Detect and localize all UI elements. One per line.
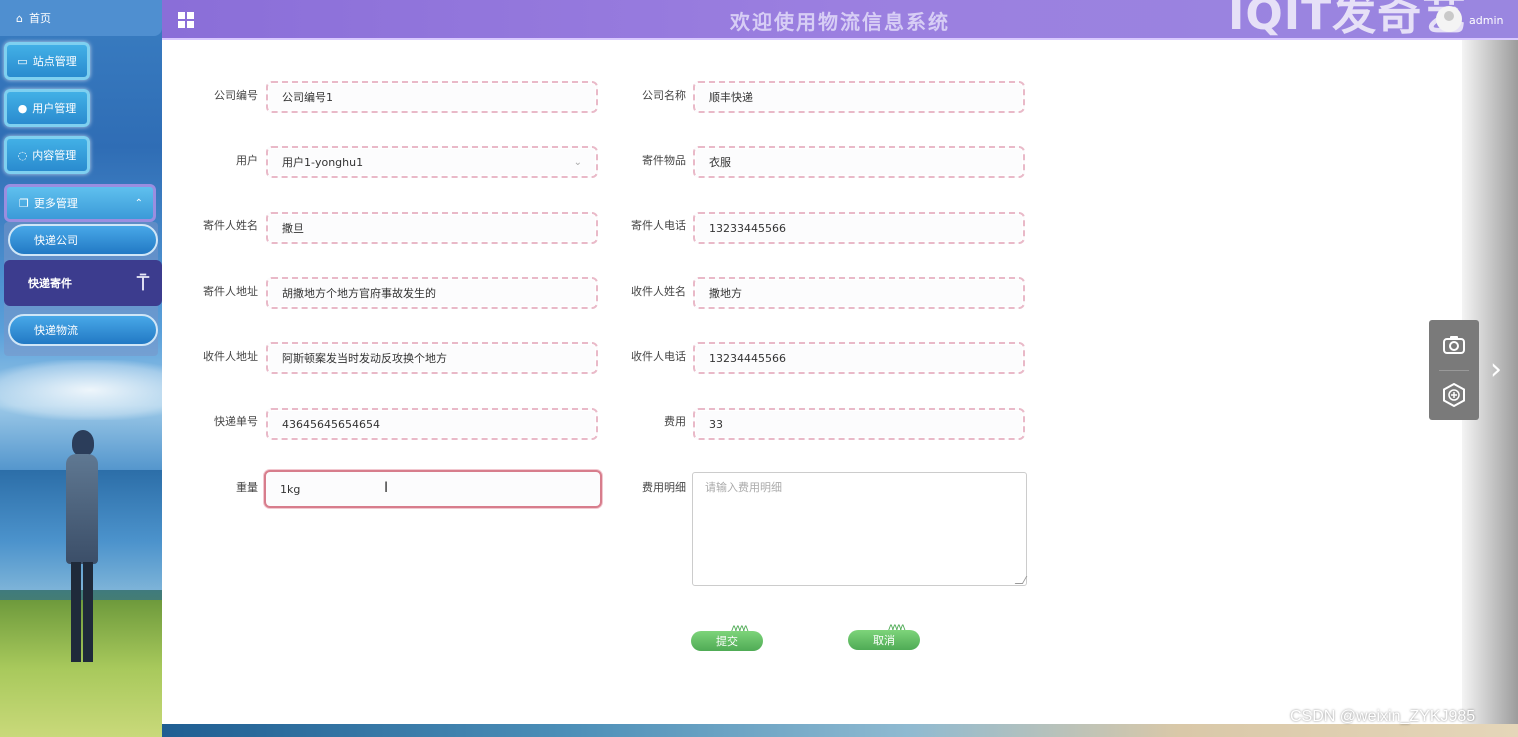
item-input[interactable]: 衣服 — [693, 146, 1025, 178]
username[interactable]: admin — [1469, 14, 1503, 27]
submenu-item-company[interactable]: 快递公司 — [8, 224, 158, 256]
submenu-item-label: 快递物流 — [34, 324, 78, 337]
tracking-no-label: 快递单号 — [214, 415, 258, 428]
company-name-label: 公司名称 — [642, 89, 686, 102]
weight-label: 重量 — [236, 481, 258, 494]
text-cursor-icon: I — [384, 480, 389, 496]
field-value: 顺丰快递 — [709, 91, 753, 104]
company-name-input[interactable]: 顺丰快递 — [693, 81, 1025, 113]
screenshot-button[interactable] — [1429, 320, 1479, 370]
figure-decoration — [62, 430, 102, 670]
item-label: 寄件物品 — [642, 154, 686, 167]
chat-icon: ◌ — [17, 148, 28, 162]
sidebar-item-home[interactable]: ⌂ 首页 — [0, 0, 162, 36]
submenu-item-label: 快递寄件 — [28, 277, 72, 290]
field-value: 43645645654654 — [282, 417, 380, 431]
chevron-up-icon: ⌃ — [134, 197, 143, 209]
sidebar-item-label: 更多管理 — [33, 197, 78, 210]
sidebar-item-more[interactable]: ❐ 更多管理 ⌃ — [4, 184, 156, 222]
button-label: 取消 — [873, 634, 895, 647]
page-title: 欢迎使用物流信息系统 — [730, 10, 950, 34]
sidebar-item-site[interactable]: ▭ 站点管理 — [4, 42, 90, 80]
grass-icon: ᴧᴧᴧᴧ — [888, 622, 906, 633]
company-no-input[interactable]: 公司编号1 — [266, 81, 598, 113]
sidebar-item-label: 站点管理 — [32, 55, 77, 68]
company-no-label: 公司编号 — [214, 89, 258, 102]
cancel-button[interactable]: 取消 ᴧᴧᴧᴧ — [848, 622, 920, 650]
submenu-item-label: 快递公司 — [34, 234, 78, 247]
sender-address-label: 寄件人地址 — [203, 285, 258, 298]
user-label: 用户 — [236, 154, 258, 167]
fee-label: 费用 — [664, 415, 686, 428]
hexagon-plus-icon — [1443, 383, 1465, 407]
field-value: 撒旦 — [282, 222, 304, 235]
sender-phone-input[interactable]: 13233445566 — [693, 212, 1025, 244]
sidebar-item-label: 首页 — [28, 12, 51, 25]
receiver-phone-input[interactable]: 13234445566 — [693, 342, 1025, 374]
avatar[interactable] — [1436, 6, 1462, 32]
user-select[interactable]: 用户1-yonghu1 ⌄ — [266, 146, 598, 178]
field-value: 13233445566 — [709, 221, 786, 235]
receiver-address-label: 收件人地址 — [203, 350, 258, 363]
submenu-item-send[interactable]: 快递寄件 ⍑ — [4, 260, 162, 306]
field-value: 33 — [709, 417, 723, 431]
add-extension-button[interactable] — [1429, 370, 1479, 420]
sender-address-input[interactable]: 胡撒地方个地方官府事故发生的 — [266, 277, 598, 309]
copy-icon: ❐ — [19, 196, 29, 210]
sender-name-input[interactable]: 撒旦 — [266, 212, 598, 244]
field-value: 胡撒地方个地方官府事故发生的 — [282, 287, 436, 300]
textarea-placeholder: 请输入费用明细 — [705, 481, 782, 494]
footer-watermark: CSDN @weixin_ZYKJ985 — [1290, 708, 1476, 725]
chevron-right-icon[interactable]: › — [1490, 352, 1502, 388]
user-icon: ● — [17, 101, 28, 115]
monitor-icon: ▭ — [17, 54, 28, 68]
main-content: 公司编号 公司编号1 公司名称 顺丰快递 用户 用户1-yonghu1 ⌄ 寄件… — [162, 40, 1462, 724]
sender-name-label: 寄件人姓名 — [203, 219, 258, 232]
sidebar-item-users[interactable]: ● 用户管理 — [4, 89, 90, 127]
field-value: 衣服 — [709, 156, 731, 169]
chevron-down-icon: ⌄ — [573, 156, 582, 168]
sidebar: ⌂ 首页 ▭ 站点管理 ● 用户管理 ◌ 内容管理 ❐ 更多管理 ⌃ 快递公司 … — [0, 0, 162, 737]
tracking-no-input[interactable]: 43645645654654 — [266, 408, 598, 440]
receiver-phone-label: 收件人电话 — [631, 350, 686, 363]
field-value: 用户1-yonghu1 — [282, 156, 364, 169]
submenu-item-logistics[interactable]: 快递物流 — [8, 314, 158, 346]
field-value: 阿斯顿案发当时发动反攻换个地方 — [282, 352, 447, 365]
cloud-decoration — [0, 360, 162, 420]
sender-phone-label: 寄件人电话 — [631, 219, 686, 232]
receiver-address-input[interactable]: 阿斯顿案发当时发动反攻换个地方 — [266, 342, 598, 374]
sidebar-item-label: 用户管理 — [32, 102, 77, 115]
grass-icon: ᴧᴧᴧᴧ — [731, 623, 749, 634]
resize-handle-icon[interactable] — [1014, 576, 1028, 584]
receiver-name-input[interactable]: 撒地方 — [693, 277, 1025, 309]
field-value: 公司编号1 — [282, 91, 333, 104]
weight-input[interactable]: 1kg I — [264, 470, 602, 508]
sidebar-item-label: 内容管理 — [32, 149, 77, 162]
submenu: 快递公司 快递寄件 ⍑ 快递物流 — [4, 222, 162, 356]
receiver-name-label: 收件人姓名 — [631, 285, 686, 298]
button-label: 提交 — [716, 635, 738, 648]
home-icon: ⌂ — [16, 11, 23, 25]
fee-detail-textarea[interactable]: 请输入费用明细 — [692, 472, 1028, 586]
field-value: 13234445566 — [709, 351, 786, 365]
camera-icon — [1443, 336, 1465, 354]
submit-button[interactable]: 提交 ᴧᴧᴧᴧ — [691, 623, 763, 651]
sidebar-item-content[interactable]: ◌ 内容管理 — [4, 136, 90, 174]
floating-toolbar — [1429, 320, 1479, 420]
signpost-icon: ⍑ — [137, 271, 149, 295]
header: IQIT发奇艺 欢迎使用物流信息系统 admin — [162, 0, 1518, 40]
fee-detail-label: 费用明细 — [642, 481, 686, 494]
fee-input[interactable]: 33 — [693, 408, 1025, 440]
field-value: 1kg — [280, 482, 301, 496]
field-value: 撒地方 — [709, 287, 742, 300]
